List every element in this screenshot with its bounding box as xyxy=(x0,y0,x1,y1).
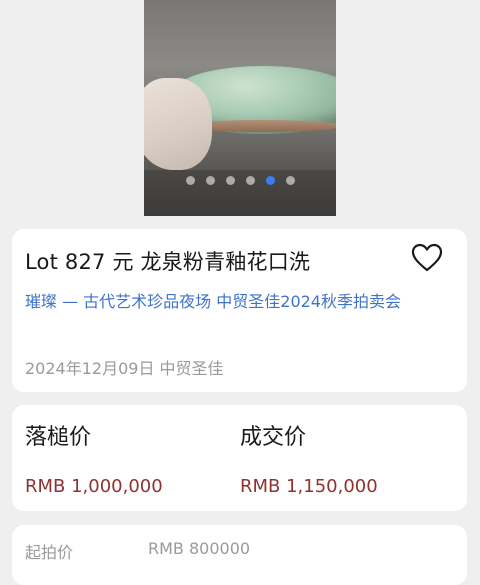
title-row: Lot 827 元 龙泉粉青釉花口洗 xyxy=(25,243,453,274)
gallery-dot[interactable] xyxy=(205,176,215,185)
date-auction-house: 2024年12月09日 中贸圣佳 xyxy=(25,359,224,378)
lot-info-card: Lot 827 元 龙泉粉青釉花口洗 璀璨 — 古代艺术珍品夜场 中贸圣佳202… xyxy=(12,229,467,392)
hammer-price-block: 落槌价 RMB 1,000,000 xyxy=(25,419,163,497)
gallery-pagination xyxy=(144,176,336,185)
start-price-label: 起拍价 xyxy=(25,543,74,562)
lot-photo[interactable] xyxy=(144,0,336,216)
deal-price-label: 成交价 xyxy=(240,425,307,450)
lot-title: Lot 827 元 龙泉粉青釉花口洗 xyxy=(25,250,311,274)
deal-price-block: 成交价 RMB 1,150,000 xyxy=(240,419,378,497)
gallery-dot[interactable] xyxy=(185,176,195,185)
start-price-value: RMB 800000 xyxy=(148,539,251,558)
heart-icon[interactable] xyxy=(411,243,443,273)
session-link[interactable]: 璀璨 — 古代艺术珍品夜场 中贸圣佳2024秋季拍卖会 xyxy=(25,289,455,314)
hammer-price-value: RMB 1,000,000 xyxy=(25,476,163,497)
gallery-dot[interactable] xyxy=(225,176,235,185)
gallery-dot-active[interactable] xyxy=(265,176,275,185)
price-card: 落槌价 RMB 1,000,000 成交价 RMB 1,150,000 xyxy=(12,405,467,511)
gallery-dot[interactable] xyxy=(285,176,295,185)
hammer-price-label: 落槌价 xyxy=(25,425,92,450)
details-card: 起拍价 RMB 800000 xyxy=(12,525,467,585)
hand-image xyxy=(144,78,212,170)
gallery-dot[interactable] xyxy=(245,176,255,185)
deal-price-value: RMB 1,150,000 xyxy=(240,476,378,497)
